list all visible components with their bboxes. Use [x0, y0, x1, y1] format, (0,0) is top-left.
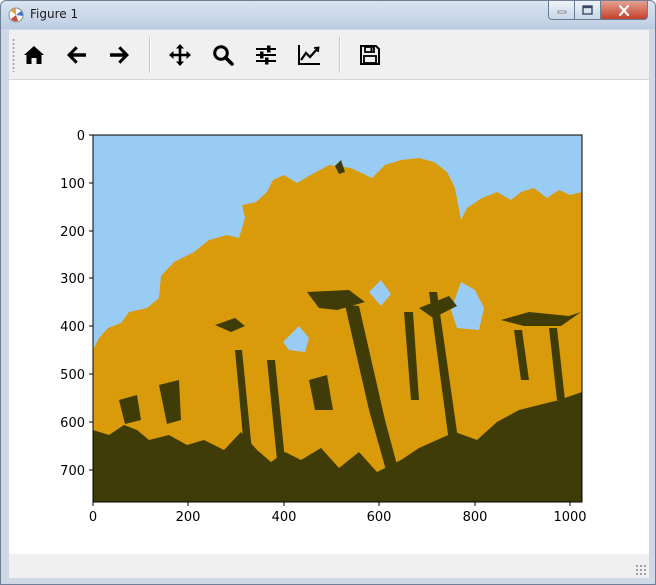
back-arrow-icon	[67, 46, 86, 64]
y-tick-label: 0	[77, 129, 85, 144]
figure-client-area: 0 100 200 300 400 500 600 700 0 200 400 …	[9, 30, 649, 578]
y-tick-label: 300	[60, 272, 85, 287]
subplots-button[interactable]	[250, 39, 282, 71]
y-axis: 0 100 200 300 400 500 600 700	[60, 129, 93, 479]
save-button[interactable]	[354, 39, 386, 71]
x-tick-label: 0	[89, 510, 97, 525]
toolbar-separator	[149, 37, 151, 73]
status-bar	[9, 554, 649, 578]
pan-button[interactable]	[164, 39, 196, 71]
title-bar[interactable]: Figure 1	[1, 1, 655, 29]
customize-button[interactable]	[293, 39, 325, 71]
y-tick-label: 500	[60, 368, 85, 383]
close-icon	[618, 4, 630, 16]
back-button[interactable]	[61, 39, 93, 71]
matplotlib-logo-icon	[8, 7, 24, 23]
x-tick-label: 200	[176, 510, 201, 525]
y-tick-label: 400	[60, 320, 85, 335]
y-tick-label: 600	[60, 416, 85, 431]
sliders-icon	[256, 45, 276, 65]
home-button[interactable]	[18, 39, 50, 71]
zoom-magnifier-icon	[213, 45, 234, 66]
maximize-icon	[582, 5, 593, 15]
minimize-button[interactable]	[548, 1, 575, 20]
line-chart-icon	[298, 45, 320, 65]
y-tick-label: 200	[60, 225, 85, 240]
window-title: Figure 1	[30, 7, 79, 21]
image-display	[93, 135, 582, 502]
x-tick-label: 1000	[553, 510, 586, 525]
zoom-button[interactable]	[207, 39, 239, 71]
axes-plot[interactable]: 0 100 200 300 400 500 600 700 0 200 400 …	[9, 80, 649, 554]
y-tick-label: 100	[60, 177, 85, 192]
x-tick-label: 800	[463, 510, 488, 525]
resize-grip[interactable]	[635, 564, 647, 576]
floppy-disk-icon	[360, 45, 380, 65]
forward-arrow-icon	[110, 46, 129, 64]
close-button[interactable]	[600, 1, 648, 20]
minimize-icon	[557, 10, 566, 14]
maximize-button[interactable]	[574, 1, 601, 20]
navigation-toolbar	[9, 30, 649, 80]
x-tick-label: 400	[272, 510, 297, 525]
y-tick-label: 700	[60, 464, 85, 479]
toolbar-grip[interactable]	[12, 38, 15, 72]
x-tick-label: 600	[367, 510, 392, 525]
pan-move-icon	[169, 44, 191, 66]
forward-button[interactable]	[103, 39, 135, 71]
x-axis: 0 200 400 600 800 1000	[89, 502, 587, 525]
toolbar-separator	[339, 37, 341, 73]
figure-window: Figure 1 0 100 200 300 400 500 600 700 0…	[0, 0, 656, 585]
figure-canvas[interactable]: 0 100 200 300 400 500 600 700 0 200 400 …	[9, 80, 649, 554]
home-icon	[24, 46, 44, 64]
